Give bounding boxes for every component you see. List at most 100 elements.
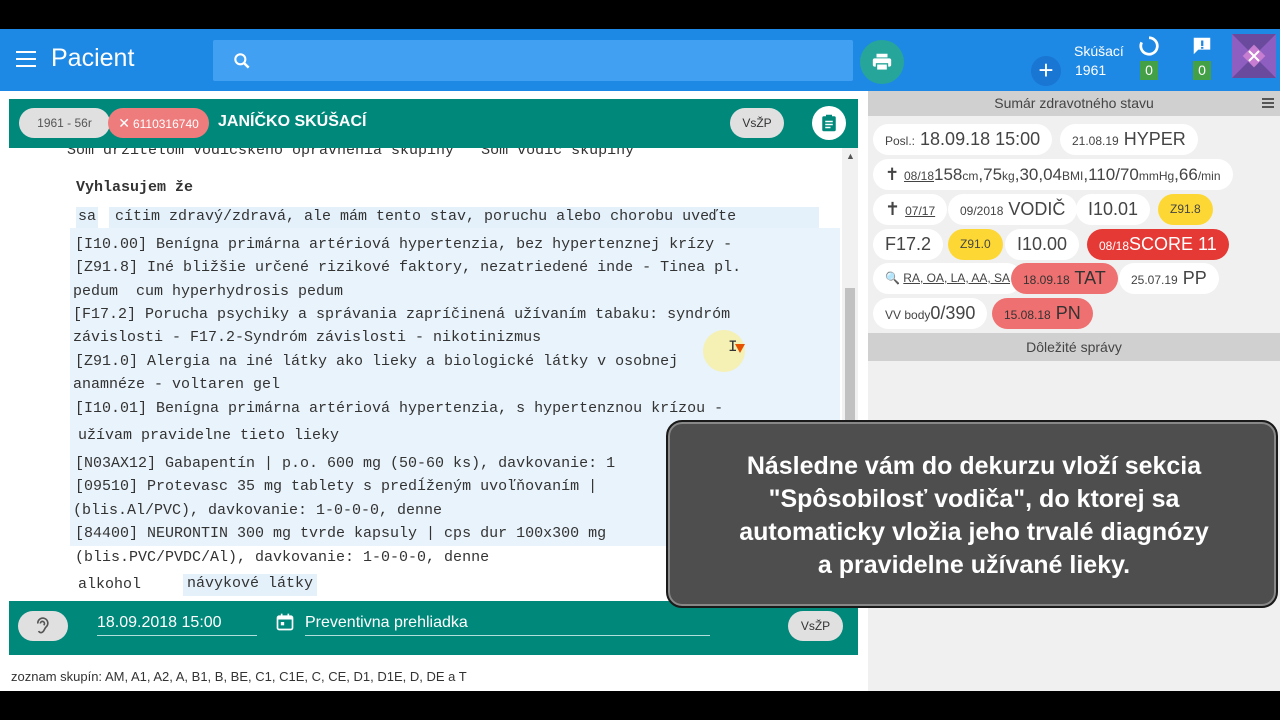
editor-field-sa: sa — [76, 207, 99, 229]
page-title: Pacient — [51, 44, 135, 72]
bmi-value: 30,04 — [1019, 165, 1063, 184]
diagnosis-line: [Z91.8] Iné bližšie určené rizikové fakt… — [75, 259, 742, 276]
tutorial-callout: Následne vám do dekurzu vloží sekcia "Sp… — [666, 420, 1278, 608]
add-patient-button[interactable]: + — [1031, 56, 1061, 86]
diagnosis-line: závislosti - F17.2-Syndróm závislosti - … — [73, 329, 542, 346]
scroll-up-icon[interactable]: ▲ — [846, 151, 855, 161]
search-input[interactable]: + — [213, 40, 1061, 86]
cross-icon: ✝ — [885, 199, 901, 219]
birth-age-chip[interactable]: 1961 - 56r — [19, 108, 110, 138]
diagnosis-line: [Z91.0] Alergia na iné látky ako lieky a… — [75, 353, 679, 370]
weight-value: 75 — [983, 165, 1003, 184]
vitals-date: 08/18 — [903, 169, 935, 183]
pp-date: 25.07.19 — [1131, 273, 1178, 287]
menu-icon[interactable] — [16, 51, 36, 67]
bmi-unit: BMI — [1062, 169, 1084, 183]
menu-icon[interactable] — [1262, 98, 1274, 108]
height-value: 158 — [934, 165, 963, 184]
last-visit-label: Posl.: — [885, 134, 916, 148]
sync-icon[interactable] — [1138, 35, 1160, 57]
medication-line: [84400] NEURONTIN 300 mg tvrde kapsuly |… — [75, 525, 607, 542]
message-alert-icon[interactable] — [1191, 35, 1213, 57]
diagnosis-line: [I10.01] Benígna primárna artériová hype… — [75, 400, 724, 417]
user-id: 1961 — [1075, 62, 1107, 78]
calendar-icon[interactable] — [275, 612, 295, 632]
record-type-field[interactable]: Preventivna prehliadka — [305, 614, 468, 632]
callout-text-line: a pravidelne užívané lieky. — [817, 551, 1131, 579]
pn-tag[interactable]: 15.08.18 PN — [992, 298, 1093, 329]
driver-date: 09/2018 — [960, 204, 1004, 218]
app-bar: Pacient + Skúšací 1961 0 0 — [0, 29, 1280, 91]
record-footer: 18.09.2018 15:00 Preventivna prehliadka … — [9, 601, 858, 655]
pn-date: 15.08.18 — [1004, 308, 1051, 322]
pp-tag[interactable]: 25.07.19 PP — [1119, 263, 1219, 294]
callout-text-line: "Spôsobilosť vodiča", do ktorej sa — [768, 485, 1180, 513]
tat-tag[interactable]: 18.09.18 TAT — [1011, 263, 1118, 294]
insurer-chip[interactable]: VsŽP — [788, 611, 843, 641]
driver-tag[interactable]: 09/2018 VODIČ — [948, 194, 1078, 225]
diagnosis-line: [I10.00] Benígna primárna artériová hype… — [75, 236, 733, 253]
last-visit-tag[interactable]: Posl.: 18.09.18 15:00 — [873, 124, 1053, 155]
hearing-icon — [37, 617, 49, 634]
bp-value: 110/70 — [1088, 165, 1139, 184]
tat-label: TAT — [1074, 268, 1106, 288]
score-tag[interactable]: 08/18SCORE 11 — [1087, 229, 1229, 260]
search-icon — [234, 53, 250, 69]
vv-points-tag[interactable]: VV body0/390 — [873, 298, 988, 329]
screen: Pacient + Skúšací 1961 0 0 1961 - 56r ✕ … — [0, 0, 1280, 720]
summary-header: Sumár zdravotného stavu — [868, 91, 1280, 116]
history-date: 07/17 — [905, 204, 936, 218]
last-visit-value: 18.09.18 15:00 — [920, 129, 1041, 149]
insurer-chip[interactable]: VsŽP — [730, 108, 784, 138]
hearing-button[interactable] — [18, 611, 68, 641]
diagnosis-tag[interactable]: Z91.8 — [1158, 194, 1213, 225]
regular-meds-label: užívam pravidelne tieto lieky — [78, 427, 340, 444]
clipboard-button[interactable] — [812, 106, 846, 140]
medication-line: (blis.Al/PVC), davkovanie: 1-0-0-0, denn… — [73, 502, 443, 519]
tat-date: 18.09.18 — [1023, 273, 1070, 287]
lookup-tag[interactable]: 🔍 RA, OA, LA, AA, SA — [873, 263, 1023, 294]
score-value: SCORE 11 — [1129, 234, 1217, 254]
diagnosis-tag[interactable]: Z91.0 — [948, 229, 1003, 260]
arrow-down-icon — [735, 344, 745, 353]
pp-label: PP — [1182, 268, 1207, 288]
patient-header: 1961 - 56r ✕ 6110316740 JANÍČKO SKÚŠACÍ V… — [9, 99, 858, 148]
editor-field-feel[interactable]: cítim zdravý/zdravá, ale mám tento stav,… — [109, 207, 819, 229]
cross-icon: ✝ — [885, 165, 900, 184]
diagnosis-line: [F17.2] Porucha psychiky a správania zap… — [73, 306, 731, 323]
divider — [97, 635, 257, 636]
editor-line: Som držiteľom vodičského oprávnenia skup… — [67, 148, 635, 159]
clipboard-icon — [822, 114, 836, 132]
vitals-tag[interactable]: ✝ 08/18158cm,75kg,30,04BMI,110/70mmHg,66… — [873, 159, 1233, 190]
pn-label: PN — [1055, 303, 1081, 323]
diagnosis-tag[interactable]: I10.01 — [1076, 194, 1151, 225]
lookup-value: RA, OA, LA, AA, SA — [903, 271, 1011, 285]
history-tag[interactable]: ✝ 07/17 — [873, 194, 948, 225]
print-button[interactable] — [860, 40, 904, 84]
alcohol-label: alkohol — [78, 576, 142, 593]
vv-value: 0/390 — [930, 303, 976, 323]
important-messages-header[interactable]: Dôležité správy — [868, 333, 1280, 361]
diagnosis-tag[interactable]: I10.00 — [1005, 229, 1080, 260]
medication-line: (blis.PVC/PVDC/Al), davkovanie: 1-0-0-0,… — [75, 549, 490, 566]
message-counter: 0 — [1193, 61, 1211, 80]
bp-unit: mmHg — [1138, 169, 1175, 183]
sync-counter: 0 — [1140, 61, 1158, 80]
driver-label: VODIČ — [1008, 199, 1066, 219]
record-date-field[interactable]: 18.09.2018 15:00 — [97, 614, 222, 632]
hyper-tag[interactable]: 21.08.19 HYPER — [1060, 124, 1198, 155]
patient-id: 6110316740 — [132, 117, 199, 131]
score-date: 08/18 — [1099, 239, 1130, 253]
search-icon: 🔍 — [885, 271, 900, 285]
print-icon — [872, 53, 892, 71]
diagnosis-line: pedum cum hyperhydrosis pedum — [73, 283, 344, 300]
medication-line: [09510] Protevasc 35 mg tablety s predĺž… — [75, 478, 598, 495]
medication-line: [N03AX12] Gabapentín | p.o. 600 mg (50-6… — [75, 455, 616, 472]
close-icon[interactable]: ✕ — [118, 115, 130, 131]
diagnosis-tag[interactable]: F17.2 — [873, 229, 944, 260]
patient-id-chip[interactable]: ✕ 6110316740 — [108, 108, 209, 138]
substances-field[interactable]: návykové látky — [183, 574, 318, 596]
weight-unit: kg — [1002, 169, 1015, 183]
height-unit: cm — [962, 169, 979, 183]
divider — [305, 635, 710, 636]
